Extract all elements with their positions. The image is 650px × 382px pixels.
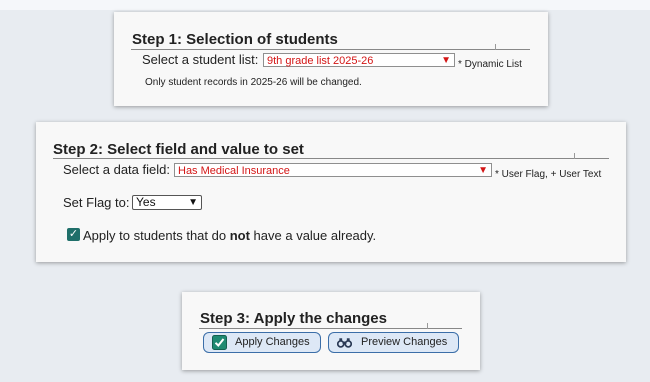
step2-title: Step 2: Select field and value to set (53, 141, 304, 158)
apply-checkbox[interactable]: ✓ (67, 228, 80, 241)
data-field-hint: * User Flag, + User Text (495, 169, 602, 180)
student-list-label: Select a student list: (142, 52, 259, 67)
step2-rule-tick (574, 153, 575, 159)
step1-rule (131, 49, 530, 50)
student-list-hint: * Dynamic List (458, 59, 522, 70)
step3-rule-tick (427, 323, 428, 329)
preview-changes-button[interactable]: Preview Changes (328, 332, 459, 353)
chevron-down-icon: ▼ (188, 197, 198, 208)
chevron-down-icon: ▼ (441, 55, 451, 66)
data-field-select[interactable]: Has Medical Insurance ▼ (174, 163, 492, 177)
apply-changes-label: Apply Changes (235, 336, 310, 348)
top-band (0, 0, 650, 10)
apply-label-bold: not (229, 228, 250, 243)
step2-rule (53, 158, 609, 159)
apply-changes-button[interactable]: Apply Changes (203, 332, 321, 353)
chevron-down-icon: ▼ (478, 165, 488, 176)
step1-rule-tick (495, 44, 496, 50)
checkmark-icon (212, 335, 227, 350)
flag-select[interactable]: Yes ▼ (132, 195, 202, 210)
step3-title: Step 3: Apply the changes (200, 310, 387, 327)
apply-label-pre: Apply to students that do (83, 228, 230, 243)
student-list-value: 9th grade list 2025-26 (267, 55, 374, 67)
step1-title: Step 1: Selection of students (132, 31, 338, 48)
checkmark-icon: ✓ (68, 228, 79, 240)
apply-label-post: have a value already. (249, 228, 377, 243)
step2-panel: Step 2: Select field and value to set Se… (36, 122, 626, 262)
preview-changes-label: Preview Changes (361, 336, 448, 348)
flag-label: Set Flag to: (63, 195, 130, 210)
step1-note: Only student records in 2025-26 will be … (145, 77, 362, 88)
flag-value: Yes (136, 195, 156, 209)
binoculars-icon (337, 338, 352, 348)
data-field-label: Select a data field: (63, 162, 170, 177)
student-list-select[interactable]: 9th grade list 2025-26 ▼ (263, 53, 455, 67)
apply-checkbox-label[interactable]: Apply to students that do not have a val… (83, 228, 376, 243)
step3-panel: Step 3: Apply the changes Apply Changes … (182, 292, 480, 370)
data-field-value: Has Medical Insurance (178, 165, 290, 177)
step1-panel: Step 1: Selection of students Select a s… (114, 12, 548, 106)
step3-rule (199, 328, 462, 329)
